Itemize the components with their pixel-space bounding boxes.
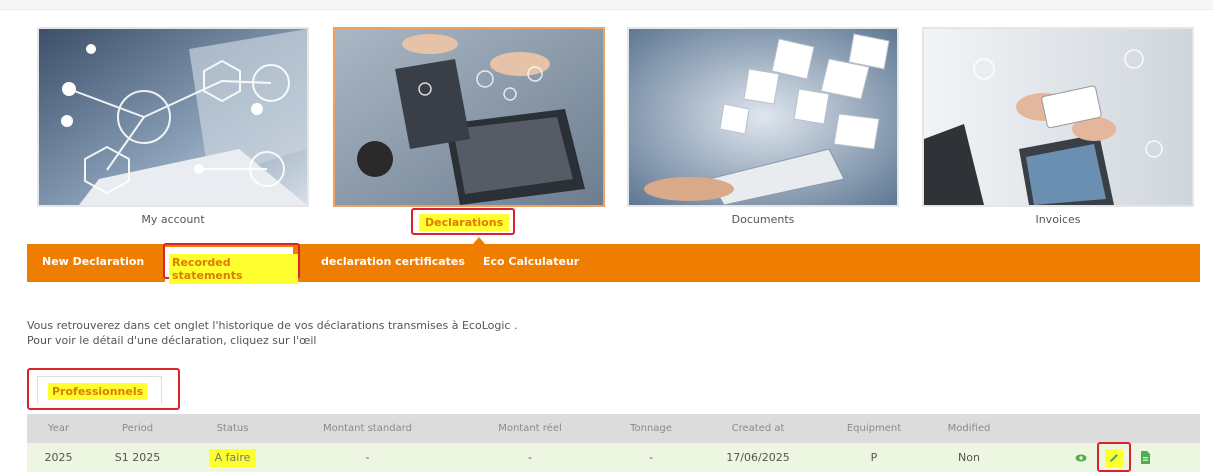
top-bar: [0, 0, 1213, 10]
header-cell: Modified: [947, 423, 991, 434]
header-cell: Equipment: [846, 423, 902, 434]
edit-button[interactable]: [1097, 442, 1131, 472]
cell-equipment: P: [870, 451, 878, 464]
cell-status: A faire: [185, 443, 280, 472]
recorded-statements-highlight[interactable]: Recorded statements: [163, 243, 300, 284]
tile-documents[interactable]: Documents: [627, 27, 899, 234]
header-cell: Tonnage: [630, 423, 672, 434]
tab-new-declaration[interactable]: New Declaration: [42, 244, 144, 282]
tile-label: Declarations: [419, 214, 510, 231]
tile-label: Documents: [731, 213, 795, 226]
tile-declarations[interactable]: [333, 27, 605, 234]
tab-label: Recorded statements: [169, 254, 298, 284]
info-text: Pour voir le détail d'une déclaration, c…: [27, 334, 317, 347]
info-text: Vous retrouverez dans cet onglet l'histo…: [27, 319, 518, 332]
cell-period: S1 2025: [114, 451, 161, 464]
subtab-professionnels[interactable]: Professionnels: [37, 376, 162, 404]
cell-year: 2025: [44, 451, 73, 464]
tab-declaration-certificates[interactable]: declaration certificates: [321, 244, 465, 282]
header-cell: Year: [47, 423, 70, 434]
documents-image: [627, 27, 899, 207]
eye-icon[interactable]: [1075, 452, 1087, 464]
declarations-caption-highlight[interactable]: Declarations: [411, 208, 515, 235]
cell-tonnage: -: [649, 451, 653, 464]
tile-my-account[interactable]: My account: [37, 27, 309, 234]
declarations-image: [333, 27, 605, 207]
table-header: Year Period Status Montant standard Mont…: [27, 414, 1200, 443]
cell-montant-standard: -: [365, 451, 370, 464]
status-badge: A faire: [208, 449, 257, 467]
my-account-image: [37, 27, 309, 207]
header-cell: Created at: [731, 423, 785, 434]
tile-label: Invoices: [1035, 213, 1081, 226]
pencil-icon: [1110, 454, 1118, 462]
tile-label: My account: [141, 213, 205, 226]
header-cell: Montant réel: [498, 423, 562, 434]
table-row: 2025 S1 2025 A faire - - - 17/06/2025 P …: [27, 443, 1200, 472]
invoices-image: [922, 27, 1194, 207]
professionnels-highlight[interactable]: Professionnels: [27, 368, 180, 410]
cell-montant-reel: -: [528, 451, 532, 464]
header-cell: Montant standard: [323, 423, 412, 434]
tile-invoices[interactable]: Invoices: [922, 27, 1194, 234]
subtab-label: Professionnels: [48, 383, 148, 400]
active-indicator: [473, 237, 485, 244]
tab-eco-calculateur[interactable]: Eco Calculateur: [483, 244, 579, 282]
document-icon[interactable]: [1140, 451, 1151, 464]
cell-created-at: 17/06/2025: [726, 451, 790, 464]
cell-modified: Non: [958, 451, 980, 464]
header-cell: Status: [216, 423, 249, 434]
header-cell: Period: [121, 423, 154, 434]
